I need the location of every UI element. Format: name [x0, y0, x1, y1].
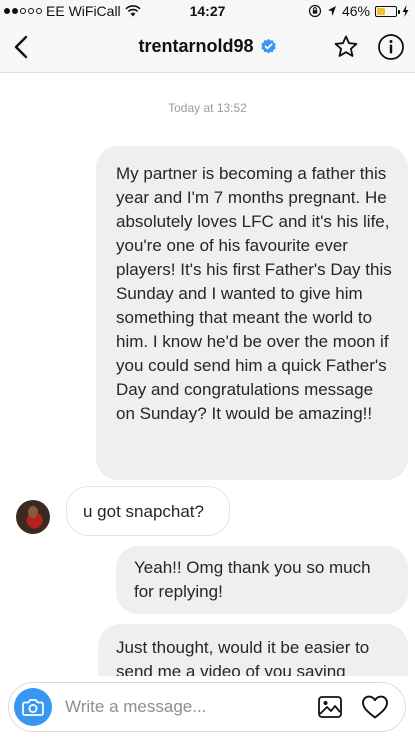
location-arrow-icon: [327, 6, 336, 16]
verified-badge-icon: [260, 38, 276, 54]
star-button[interactable]: [333, 34, 359, 60]
charging-icon: [402, 5, 409, 17]
info-button[interactable]: [377, 33, 405, 61]
heart-icon[interactable]: [361, 694, 389, 720]
message-input[interactable]: [65, 693, 295, 721]
screen-rotation-lock-icon: [308, 4, 322, 18]
message-bubble-outgoing[interactable]: Yeah!! Omg thank you so much for replyin…: [116, 546, 408, 614]
camera-button[interactable]: [14, 688, 52, 726]
battery-level-fill: [377, 7, 386, 15]
status-right: 46%: [308, 3, 409, 19]
composer-bar: [0, 676, 415, 739]
status-bar: EE WiFiCall 14:27 46%: [0, 0, 415, 22]
battery-icon: [375, 5, 400, 17]
image-gallery-icon[interactable]: [317, 694, 343, 720]
message-bubble-outgoing[interactable]: My partner is becoming a father this yea…: [96, 146, 408, 480]
message-bubble-incoming[interactable]: u got snapchat?: [66, 486, 230, 536]
message-composer: [8, 682, 406, 732]
instagram-direct-chat-screen: EE WiFiCall 14:27 46% trentarnold98 Toda…: [0, 0, 415, 739]
username-title[interactable]: trentarnold98: [138, 36, 253, 57]
chat-header: trentarnold98: [0, 22, 415, 73]
message-timestamp: Today at 13:52: [168, 101, 247, 115]
avatar[interactable]: [16, 500, 50, 534]
camera-icon: [22, 699, 44, 716]
battery-percent: 46%: [341, 3, 370, 19]
